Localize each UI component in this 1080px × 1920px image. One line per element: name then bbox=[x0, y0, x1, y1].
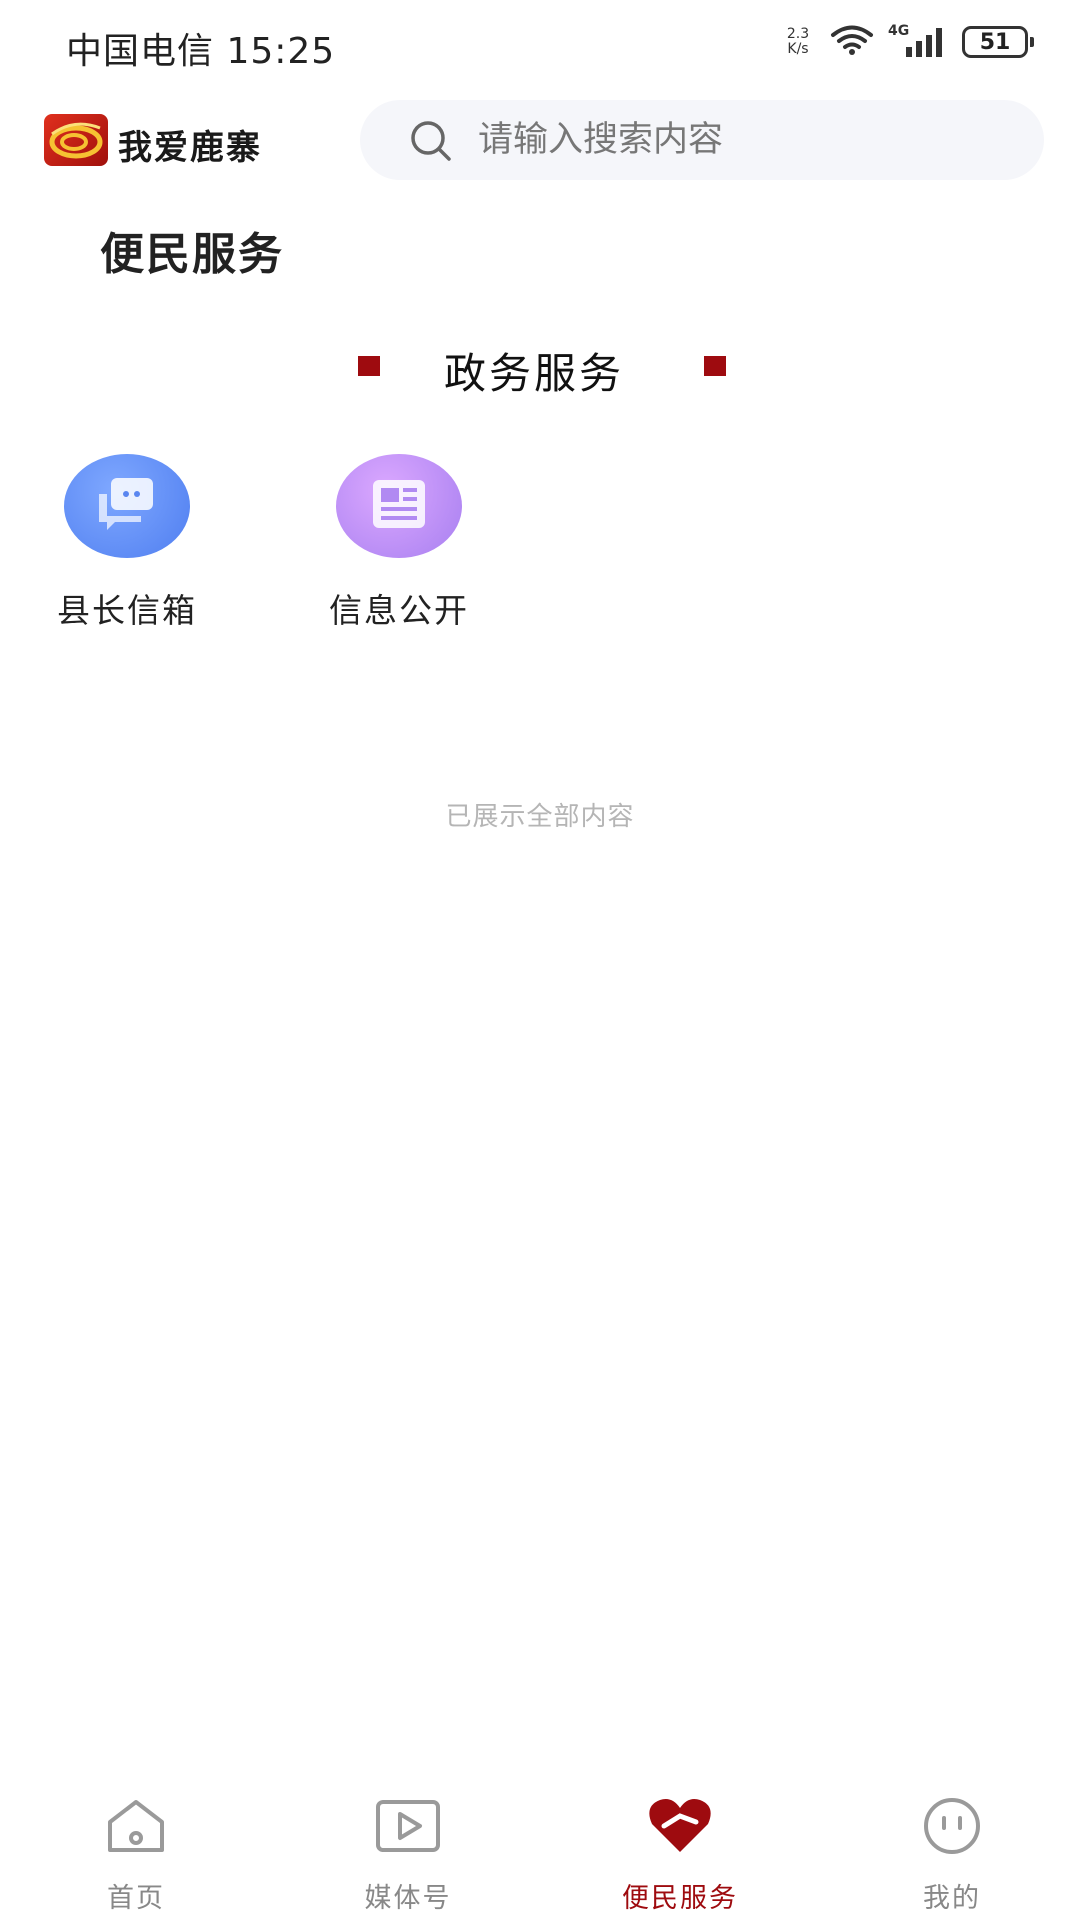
play-icon bbox=[376, 1800, 440, 1852]
nav-item-mine[interactable]: 我的 bbox=[852, 1796, 1052, 1916]
net-speed-value: 2.3 bbox=[786, 26, 810, 42]
status-bar: 中国电信 15:25 2.3 K/s 4G 51 bbox=[0, 0, 1080, 84]
nav-item-media[interactable]: 媒体号 bbox=[308, 1796, 508, 1916]
home-icon bbox=[108, 1800, 164, 1852]
face-icon bbox=[924, 1798, 980, 1854]
app-brand-name: 我爱鹿寨 bbox=[118, 128, 262, 168]
status-icons: 2.3 K/s 4G 51 bbox=[780, 22, 1034, 62]
service-label: 信息公开 bbox=[329, 591, 469, 630]
section-title: 政务服务 bbox=[444, 349, 625, 398]
search-input[interactable] bbox=[478, 116, 998, 164]
bottom-nav: 首页 媒体号 便民服务 我的 bbox=[0, 1760, 1080, 1920]
nav-label: 首页 bbox=[107, 1883, 165, 1914]
carrier-time: 中国电信 15:25 bbox=[66, 31, 336, 72]
screen: 中国电信 15:25 2.3 K/s 4G 51 我爱鹿寨 请输入搜索内容 便民… bbox=[0, 0, 1080, 1920]
end-of-content-hint: 已展示全部内容 bbox=[445, 802, 635, 832]
section-bullet-left bbox=[358, 356, 380, 376]
cellular-signal-icon: 4G bbox=[888, 23, 948, 59]
app-header: 我爱鹿寨 bbox=[0, 96, 1080, 186]
nav-label: 便民服务 bbox=[622, 1883, 738, 1914]
battery-indicator: 51 bbox=[962, 26, 1034, 58]
service-label: 县长信箱 bbox=[57, 591, 197, 630]
nav-item-home[interactable]: 首页 bbox=[36, 1796, 236, 1916]
net-speed-unit: K/s bbox=[787, 41, 809, 57]
nav-label: 我的 bbox=[923, 1883, 981, 1914]
app-logo bbox=[44, 114, 108, 166]
service-item-county-mayor-mailbox[interactable]: 县长信箱 bbox=[40, 454, 220, 634]
nav-label: 媒体号 bbox=[364, 1883, 452, 1914]
search-bar[interactable] bbox=[360, 100, 1044, 180]
net-speed: 2.3 K/s bbox=[780, 27, 816, 57]
news-document-icon bbox=[336, 454, 462, 558]
nav-item-convenience-services[interactable]: 便民服务 bbox=[580, 1796, 780, 1916]
service-item-info-disclosure[interactable]: 信息公开 bbox=[312, 454, 492, 634]
search-icon bbox=[411, 121, 451, 161]
chat-bubbles-icon bbox=[64, 454, 190, 558]
heart-icon bbox=[649, 1799, 711, 1852]
wifi-icon bbox=[830, 24, 874, 60]
section-bullet-right bbox=[704, 356, 726, 376]
page-title: 便民服务 bbox=[100, 229, 284, 280]
section-heading: 政务服务 bbox=[0, 340, 1080, 400]
